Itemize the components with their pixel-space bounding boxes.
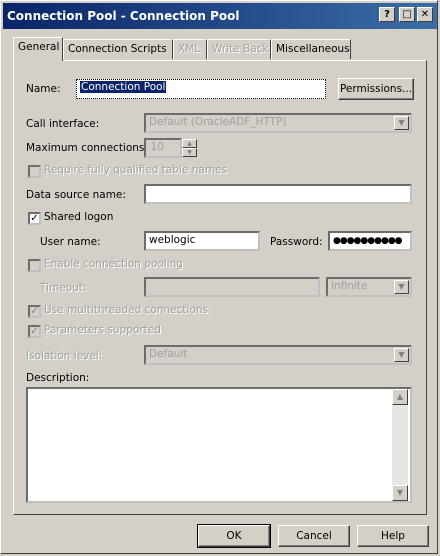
shared-logon-label[interactable]: Shared logon [44,211,113,223]
timeout-unit-value: Infinite [331,280,368,292]
isolation-select: Default ▼ [144,345,412,365]
shared-logon-checkbox[interactable]: ✓ [28,212,41,225]
connection-pool-dialog: Connection Pool - Connection Pool ? □ ✕ … [0,0,438,554]
isolation-value: Default [149,348,188,360]
name-input[interactable]: Connection Pool [76,79,326,99]
max-connections-spinner: ▲ ▼ [182,139,197,157]
timeout-label: Timeout: [40,282,87,294]
description-scrollbar[interactable]: ▲ ▼ [392,389,408,501]
username-label: User name: [40,236,101,248]
max-connections-label: Maximum connections: [26,142,148,154]
chevron-down-icon: ▼ [394,280,409,294]
max-connections-value: 10 [150,141,164,153]
require-qualified-label: Require fully qualified table names [44,164,227,176]
title-bar[interactable]: Connection Pool - Connection Pool ? □ ✕ [3,3,437,29]
isolation-label: Isolation level: [26,350,103,362]
name-label: Name: [26,83,61,95]
description-label: Description: [26,372,90,384]
data-source-label: Data source name: [26,189,126,201]
cancel-button[interactable]: Cancel [278,525,350,547]
scroll-up-icon[interactable]: ▲ [392,389,408,405]
enable-pooling-label: Enable connection pooling [44,258,183,270]
tab-write-back: Write Back [207,39,271,59]
tab-connection-scripts[interactable]: Connection Scripts [63,39,173,59]
timeout-unit-select: Infinite ▼ [326,277,412,297]
username-value: weblogic [149,234,196,246]
password-label: Password: [270,236,323,248]
call-interface-label: Call interface: [26,118,100,130]
enable-pooling-checkbox [28,259,41,272]
call-interface-select: Default (OracleADF_HTTP) ▼ [144,113,412,133]
parameters-supported-checkbox: ✓ [28,325,41,338]
ok-button[interactable]: OK [197,524,271,548]
general-panel: Name: Connection Pool Permissions... Cal… [13,60,427,515]
max-connections-input: 10 [144,138,182,158]
chevron-down-icon: ▼ [394,348,409,362]
username-input[interactable]: weblogic [144,231,260,251]
call-interface-value: Default (OracleADF_HTTP) [149,116,287,128]
maximize-button[interactable]: □ [399,7,415,22]
description-textarea[interactable]: ▲ ▼ [26,387,412,503]
multithreaded-checkbox: ✓ [28,305,41,318]
tab-xml: XML [173,39,207,59]
parameters-supported-label: Parameters supported [44,324,161,336]
tab-miscellaneous[interactable]: Miscellaneous [271,39,351,59]
spin-down-icon: ▼ [182,148,197,157]
data-source-input[interactable] [144,184,412,204]
password-value: ●●●●●●●●●● [333,236,403,246]
close-button[interactable]: ✕ [417,7,433,22]
timeout-input [144,277,320,297]
spin-up-icon: ▲ [182,139,197,148]
password-input[interactable]: ●●●●●●●●●● [328,231,412,251]
name-value: Connection Pool [80,81,167,93]
chevron-down-icon: ▼ [394,116,409,130]
window-title: Connection Pool - Connection Pool [7,9,240,23]
help-button[interactable]: Help [357,525,429,547]
help-titlebar-button[interactable]: ? [379,7,395,22]
require-qualified-checkbox [28,165,41,178]
tab-general[interactable]: General [13,37,63,61]
permissions-button[interactable]: Permissions... [338,78,414,100]
multithreaded-label: Use multithreaded connections [44,304,208,316]
scroll-down-icon[interactable]: ▼ [392,485,408,501]
